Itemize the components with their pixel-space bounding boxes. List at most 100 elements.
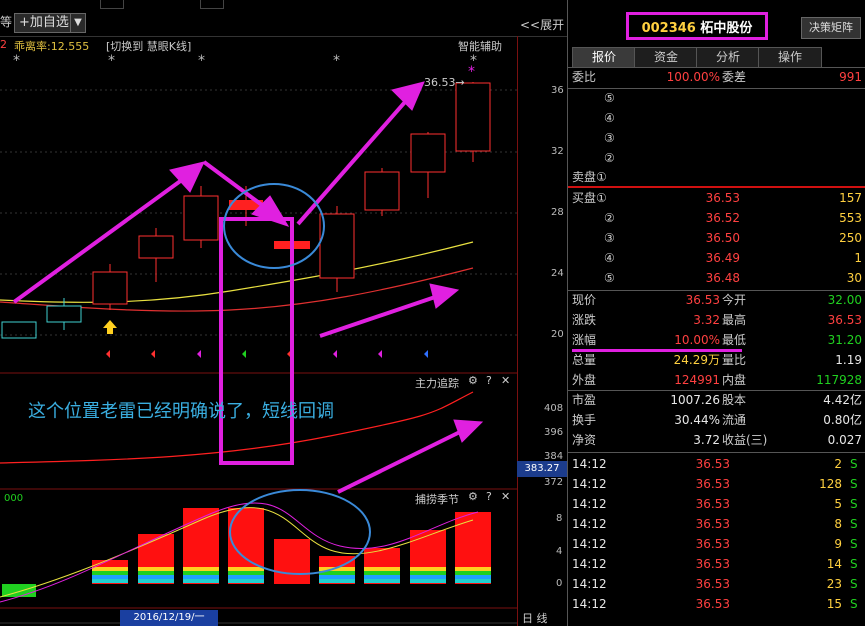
price-tick: 24 <box>551 268 564 279</box>
help-icon[interactable]: ? <box>486 374 492 387</box>
gear-icon[interactable]: ⚙ <box>468 490 478 503</box>
fund-row: 换手 30.44% 流通 0.80亿 <box>572 411 862 430</box>
buy-label: ③ <box>604 231 615 245</box>
weibi-label: 委比 <box>572 70 597 84</box>
tick-row: 14:12 36.53 5 S <box>572 495 862 514</box>
buy-row: ② 36.52 553 <box>572 209 862 228</box>
weicha-value: 991 <box>839 70 862 84</box>
close-icon[interactable]: ✕ <box>501 490 510 503</box>
fund-label: 市盈 <box>572 393 597 407</box>
tick-row: 14:12 36.53 14 S <box>572 555 862 574</box>
candle <box>319 206 355 292</box>
candle <box>364 168 400 216</box>
tick-time: 14:12 <box>572 557 607 571</box>
stat-label: 今开 <box>722 293 747 307</box>
buy-price: 36.49 <box>705 251 740 265</box>
buy-row: ④ 36.49 1 <box>572 249 862 268</box>
signal-star: * <box>468 64 475 80</box>
annotation-text: 这个位置老雷已经明确说了，短线回调 <box>28 401 334 422</box>
stock-code: 002346 <box>641 21 696 36</box>
chevron-down-icon[interactable]: ▼ <box>70 13 86 33</box>
tick-price: 36.53 <box>695 457 730 471</box>
tick-row: 14:12 36.53 9 S <box>572 535 862 554</box>
kline-chart[interactable]: * * * * * * 36.53→ <box>0 36 517 626</box>
sell-level: ④ <box>604 111 615 125</box>
tick-time: 14:12 <box>572 537 607 551</box>
panel3-tick: 0 <box>556 578 563 589</box>
tick-volume: 9 <box>834 537 842 551</box>
tick-volume: 14 <box>826 557 842 571</box>
tick-volume: 23 <box>826 577 842 591</box>
tick-side: S <box>850 477 858 491</box>
tick-time: 14:12 <box>572 597 607 611</box>
stat-value: 36.53 <box>827 313 862 327</box>
add-watchlist-button[interactable]: +加自选 <box>14 13 74 33</box>
tick-list[interactable]: 14:12 36.53 2 S 14:12 36.53 128 S 14:12 36.53 5 S… <box>568 455 865 623</box>
tick-side: S <box>850 517 858 531</box>
price-tick: 32 <box>551 146 564 157</box>
period-label[interactable]: 日 线 <box>522 610 548 626</box>
stat-value: 36.53 <box>685 293 720 307</box>
candle <box>138 228 174 282</box>
tick-row: 14:12 36.53 15 S <box>572 595 862 614</box>
stats-row: 现价 36.53 今开 32.00 <box>572 291 862 310</box>
tick-volume: 2 <box>834 457 842 471</box>
tick-time: 14:12 <box>572 577 607 591</box>
help-icon[interactable]: ? <box>486 490 492 503</box>
tab-analysis[interactable]: 分析 <box>696 47 760 68</box>
toolbar-tab-stub[interactable] <box>100 0 124 9</box>
tick-price: 36.53 <box>695 577 730 591</box>
gear-icon[interactable]: ⚙ <box>468 374 478 387</box>
tick-row: 14:12 36.53 23 S <box>572 575 862 594</box>
stat-value: 124991 <box>674 373 720 387</box>
buy-label: 买盘① <box>572 191 607 205</box>
stat-value: 3.32 <box>693 313 720 327</box>
tick-row: 14:12 36.53 128 S <box>572 475 862 494</box>
tick-time: 14:12 <box>572 517 607 531</box>
toolbar-tab-stub[interactable] <box>200 0 224 9</box>
stock-title: 002346 柘中股份 <box>626 12 768 40</box>
close-icon[interactable]: ✕ <box>501 374 510 387</box>
buy-label: ⑤ <box>604 271 615 285</box>
stat-value: 117928 <box>816 373 862 387</box>
sell-level: ⑤ <box>604 91 615 105</box>
panel2-tick: 408 <box>544 403 564 414</box>
date-badge: 2016/12/19/一 <box>120 610 218 626</box>
buy-label: ④ <box>604 251 615 265</box>
panel2-tick: 396 <box>544 427 564 438</box>
stat-label: 涨幅 <box>572 333 597 347</box>
buy-price: 36.48 <box>705 271 740 285</box>
tick-side: S <box>850 497 858 511</box>
tick-side: S <box>850 537 858 551</box>
signal-star: * <box>198 53 205 69</box>
tick-volume: 8 <box>834 517 842 531</box>
weibi-row: 委比 100.00% 委差 991 <box>572 68 862 87</box>
buy-volume: 30 <box>846 271 862 285</box>
weibi-value: 100.00% <box>666 70 720 84</box>
stat-value: 24.29万 <box>673 353 720 367</box>
tick-side: S <box>850 557 858 571</box>
expand-button[interactable]: <<展开 <box>520 16 564 33</box>
fund-value: 1007.26 <box>670 393 720 407</box>
panel3-tick: 4 <box>556 546 563 557</box>
candle <box>455 82 491 162</box>
stat-label: 外盘 <box>572 373 597 387</box>
stats-row: 涨跌 3.32 最高 36.53 <box>572 311 862 330</box>
decision-matrix-button[interactable]: 决策矩阵 <box>801 17 861 39</box>
panel2-tick: 372 <box>544 477 564 488</box>
truncated-label: 等 <box>0 15 13 29</box>
stat-value: 31.20 <box>827 333 862 347</box>
buy-signal-icon <box>103 320 117 334</box>
price-tick: 28 <box>551 207 564 218</box>
tab-funds[interactable]: 资金 <box>634 47 698 68</box>
divider <box>568 452 865 453</box>
tab-operation[interactable]: 操作 <box>758 47 822 68</box>
panel3-tick: 8 <box>556 513 563 524</box>
ma-line-yellow <box>0 241 474 303</box>
tab-quote[interactable]: 报价 <box>572 47 636 68</box>
season-title: 捕捞季节 <box>415 493 459 506</box>
sell-title: 卖盘① <box>572 170 607 184</box>
stat-label: 内盘 <box>722 373 747 387</box>
fund-label: 收益(三) <box>722 433 768 447</box>
candle <box>1 321 37 339</box>
